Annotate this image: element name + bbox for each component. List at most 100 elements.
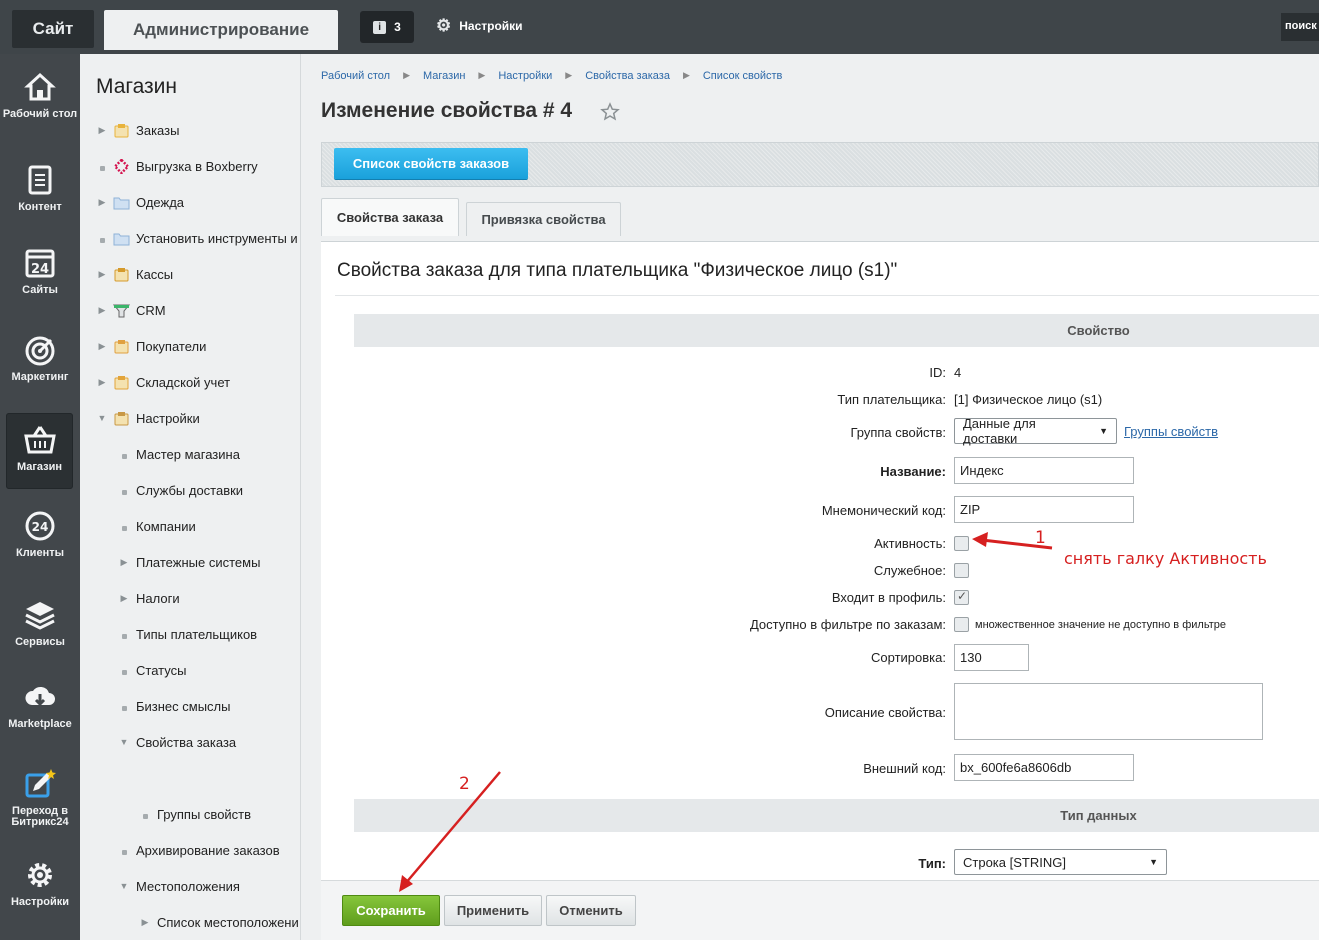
breadcrumb-separator-icon: ▶: [403, 70, 410, 80]
menu-item-label: Бизнес смыслы: [136, 698, 231, 714]
rail-item-marketplace[interactable]: Marketplace: [0, 680, 80, 756]
type-select[interactable]: Строка [STRING] ▼: [954, 849, 1167, 875]
menu-item[interactable]: Мастер магазина: [80, 438, 300, 470]
settings-button[interactable]: ⚙ Настройки: [436, 17, 523, 34]
bullet-icon[interactable]: [94, 159, 110, 174]
menu-item[interactable]: ▶ Покупатели: [80, 330, 300, 362]
chevron-right-icon[interactable]: ▶: [94, 341, 110, 352]
menu-item[interactable]: Выгрузка в Boxberry: [80, 150, 300, 182]
bullet-icon[interactable]: [116, 843, 132, 858]
rail-item-marketing[interactable]: Маркетинг: [0, 333, 80, 409]
chevron-right-icon[interactable]: ▶: [116, 593, 132, 604]
breadcrumb-item[interactable]: Настройки: [498, 70, 552, 82]
favorite-star-icon[interactable]: [600, 102, 620, 122]
rail-item-shop[interactable]: Магазин: [6, 413, 73, 489]
code-field[interactable]: ZIP: [954, 496, 1134, 523]
menu-item-label: Мастер магазина: [136, 446, 240, 462]
rail-item-bitrix24[interactable]: Переход в Битрикс24: [0, 767, 80, 843]
menu-item-label: Заказы: [136, 122, 180, 138]
profile-checkbox[interactable]: [954, 589, 969, 605]
menu-item[interactable]: Группы свойств: [80, 798, 300, 830]
menu-item[interactable]: ▶ Список местоположени: [80, 906, 300, 938]
property-groups-link[interactable]: Группы свойств: [1124, 424, 1218, 439]
chevron-right-icon[interactable]: ▶: [137, 917, 153, 928]
site-tab[interactable]: Сайт: [12, 10, 94, 48]
property-group-select[interactable]: Данные для доставки ▼: [954, 416, 1117, 446]
menu-item[interactable]: ▶ Складской учет: [80, 366, 300, 398]
menu-item[interactable]: ▶ Налоги: [80, 582, 300, 614]
menu-item-label: Компании: [136, 518, 196, 534]
description-textarea[interactable]: [954, 683, 1263, 740]
property-list-button[interactable]: Список свойств заказов: [334, 148, 528, 179]
breadcrumb-item[interactable]: Рабочий стол: [321, 70, 390, 82]
bullet-icon[interactable]: [116, 699, 132, 714]
menu-item[interactable]: Установить инструменты и: [80, 222, 300, 254]
menu-item-label: Налоги: [136, 590, 180, 606]
menu-item-label: Свойства заказа: [136, 734, 237, 750]
menu-item[interactable]: ▼ Местоположения: [80, 870, 300, 902]
notifications-button[interactable]: i 3: [360, 11, 414, 43]
bullet-icon[interactable]: [116, 627, 132, 642]
filter-label: Доступно в фильтре по заказам:: [749, 617, 946, 632]
menu-item-label: Выгрузка в Boxberry: [136, 158, 258, 174]
bullet-icon[interactable]: [94, 231, 110, 246]
name-field[interactable]: Индекс: [954, 457, 1134, 484]
menu-item[interactable]: Компании: [80, 510, 300, 542]
service-checkbox[interactable]: [954, 563, 969, 578]
external-code-field[interactable]: bx_600fe6a8606db: [954, 754, 1134, 781]
chevron-right-icon[interactable]: ▶: [94, 377, 110, 388]
menu-item[interactable]: ▶ Одежда: [80, 186, 300, 218]
menu-item[interactable]: ▶ CRM: [80, 294, 300, 326]
rail-item-services[interactable]: Сервисы: [0, 598, 80, 674]
breadcrumb-item[interactable]: Список свойств: [703, 70, 783, 82]
menu-item[interactable]: Службы доставки: [80, 474, 300, 506]
menu-item[interactable]: Бизнес смыслы: [80, 690, 300, 722]
bullet-icon[interactable]: [116, 663, 132, 678]
filter-checkbox[interactable]: [954, 617, 969, 632]
svg-text:24: 24: [31, 262, 49, 277]
annotation-marker-1: 1: [1035, 528, 1046, 548]
bullet-icon[interactable]: [116, 519, 132, 534]
chevron-right-icon[interactable]: ▶: [94, 269, 110, 280]
property-group-label: Группа свойств:: [850, 425, 946, 440]
active-checkbox[interactable]: [954, 536, 969, 551]
rail-label: Сайты: [22, 284, 58, 296]
chevron-down-icon[interactable]: ▼: [94, 413, 110, 423]
menu-item[interactable]: ▼ Настройки: [80, 402, 300, 434]
chevron-right-icon[interactable]: ▶: [116, 557, 132, 568]
menu-item[interactable]: ▶ Кассы: [80, 258, 300, 290]
rail-label: Рабочий стол: [2, 108, 78, 120]
section-header-property: Свойство: [354, 314, 1319, 347]
menu-item[interactable]: ▶ Платежные системы: [80, 546, 300, 578]
bullet-icon[interactable]: [137, 807, 153, 822]
bullet-icon[interactable]: [116, 447, 132, 462]
tab-property-binding[interactable]: Привязка свойства: [466, 202, 621, 236]
breadcrumb-item[interactable]: Свойства заказа: [585, 70, 670, 82]
save-button[interactable]: Сохранить: [342, 895, 440, 926]
breadcrumb-item[interactable]: Магазин: [423, 70, 465, 82]
search-button[interactable]: поиск: [1281, 13, 1319, 41]
rail-label: Клиенты: [15, 547, 64, 559]
chevron-down-icon[interactable]: ▼: [116, 881, 132, 891]
menu-item[interactable]: Архивирование заказов: [80, 834, 300, 866]
admin-tab[interactable]: Администрирование: [104, 10, 338, 50]
menu-item[interactable]: ▶ Заказы: [80, 114, 300, 146]
chevron-down-icon: ▼: [1099, 426, 1108, 436]
sort-field[interactable]: 130: [954, 644, 1029, 671]
menu-item[interactable]: Статусы: [80, 654, 300, 686]
chevron-right-icon[interactable]: ▶: [94, 125, 110, 136]
chevron-right-icon[interactable]: ▶: [94, 305, 110, 316]
menu-item[interactable]: ▼ Свойства заказа: [80, 726, 300, 758]
chevron-down-icon[interactable]: ▼: [116, 737, 132, 747]
apply-button[interactable]: Применить: [444, 895, 542, 926]
rail-item-sites[interactable]: 24 Сайты: [0, 246, 80, 322]
rail-item-content[interactable]: Контент: [0, 163, 80, 239]
cancel-button[interactable]: Отменить: [546, 895, 636, 926]
chevron-right-icon[interactable]: ▶: [94, 197, 110, 208]
menu-item[interactable]: Типы плательщиков: [80, 618, 300, 650]
rail-item-desktop[interactable]: Рабочий стол: [0, 70, 80, 146]
rail-item-clients[interactable]: 24 Клиенты: [0, 509, 80, 585]
tab-order-properties[interactable]: Свойства заказа: [321, 198, 459, 236]
rail-item-settings[interactable]: Настройки: [0, 858, 80, 934]
bullet-icon[interactable]: [116, 483, 132, 498]
